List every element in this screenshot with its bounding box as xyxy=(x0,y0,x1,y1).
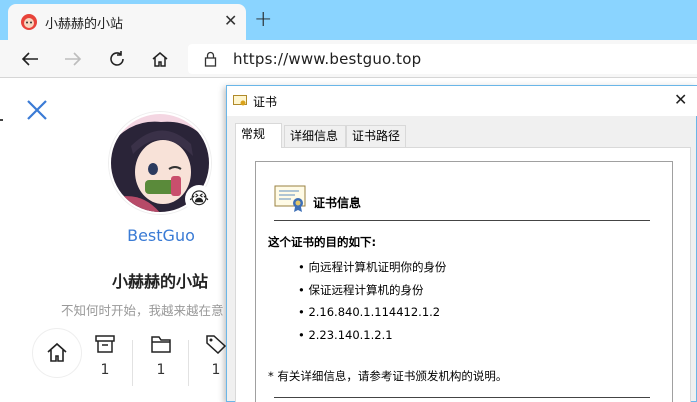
url-text[interactable]: https://www.bestguo.top xyxy=(233,50,421,68)
tab-title: 小赫赫的小站 xyxy=(45,17,124,32)
stat-divider xyxy=(132,340,133,386)
purpose-item: • 向远程计算机证明你的身份 xyxy=(298,260,447,274)
stats-bar: 1 1 1 xyxy=(30,328,230,394)
home-button[interactable] xyxy=(149,48,171,70)
purpose-item: • 2.23.140.1.2.1 xyxy=(298,328,393,342)
certificate-small-icon xyxy=(233,95,247,106)
tab-close-icon[interactable]: ✕ xyxy=(224,12,237,30)
folder-icon xyxy=(151,336,171,353)
browser-toolbar: https://www.bestguo.top xyxy=(0,40,697,78)
page-edge-mark xyxy=(0,119,3,121)
stat-archives-count: 1 xyxy=(100,362,110,378)
status-emoji-badge: 😭 xyxy=(185,185,213,213)
dialog-panel: 证书信息 这个证书的目的如下: • 向远程计算机证明你的身份 • 保证远程计算机… xyxy=(235,147,691,402)
info-note: * 有关详细信息，请参考证书颁发机构的说明。 xyxy=(268,369,508,383)
home-nav-button[interactable] xyxy=(32,328,82,378)
certificate-info-box: 证书信息 这个证书的目的如下: • 向远程计算机证明你的身份 • 保证远程计算机… xyxy=(255,161,673,402)
close-icon[interactable] xyxy=(26,99,48,121)
back-arrow-icon xyxy=(21,52,38,66)
certificate-dialog: 证书 ✕ 常规 详细信息 证书路径 证书信息 这个证书的目的如下: • 向远程计… xyxy=(226,85,697,402)
refresh-button[interactable] xyxy=(106,48,128,70)
stat-categories-count: 1 xyxy=(156,362,166,378)
forward-arrow-icon xyxy=(65,52,82,66)
tab-details[interactable]: 详细信息 xyxy=(284,125,346,147)
username[interactable]: BestGuo xyxy=(110,226,212,245)
tag-icon xyxy=(206,335,227,355)
dialog-title-bar[interactable]: 证书 ✕ xyxy=(227,86,697,116)
tagline: 不知何时开始，我越来越在意 xyxy=(61,303,224,318)
home-icon xyxy=(152,52,168,67)
home-icon xyxy=(47,342,67,362)
tab-general[interactable]: 常规 xyxy=(235,123,282,148)
certificate-icon xyxy=(274,185,306,212)
divider xyxy=(274,220,650,221)
site-favicon-icon xyxy=(21,14,37,30)
stat-archives[interactable]: 1 xyxy=(85,334,125,378)
lock-icon[interactable] xyxy=(204,51,217,67)
divider xyxy=(274,397,650,398)
purpose-item: • 2.16.840.1.114412.1.2 xyxy=(298,305,441,319)
certificate-heading: 证书信息 xyxy=(313,196,362,210)
forward-button[interactable] xyxy=(62,48,84,70)
tab-certification-path[interactable]: 证书路径 xyxy=(346,125,406,147)
address-bar[interactable]: https://www.bestguo.top xyxy=(188,44,697,74)
browser-tab-bar: 小赫赫的小站 ✕ + xyxy=(0,0,697,40)
dialog-title: 证书 xyxy=(253,95,278,109)
stat-categories[interactable]: 1 xyxy=(141,334,181,378)
purpose-label: 这个证书的目的如下: xyxy=(268,235,377,249)
stat-divider xyxy=(188,340,189,386)
purpose-item: • 保证远程计算机的身份 xyxy=(298,283,424,297)
browser-tab[interactable]: 小赫赫的小站 ✕ xyxy=(8,4,246,40)
dialog-close-icon[interactable]: ✕ xyxy=(674,92,687,108)
new-tab-icon[interactable]: + xyxy=(254,8,272,32)
back-button[interactable] xyxy=(19,48,41,70)
refresh-icon xyxy=(110,51,124,66)
archive-icon xyxy=(95,335,115,353)
crying-emoji-icon: 😭 xyxy=(189,189,209,209)
